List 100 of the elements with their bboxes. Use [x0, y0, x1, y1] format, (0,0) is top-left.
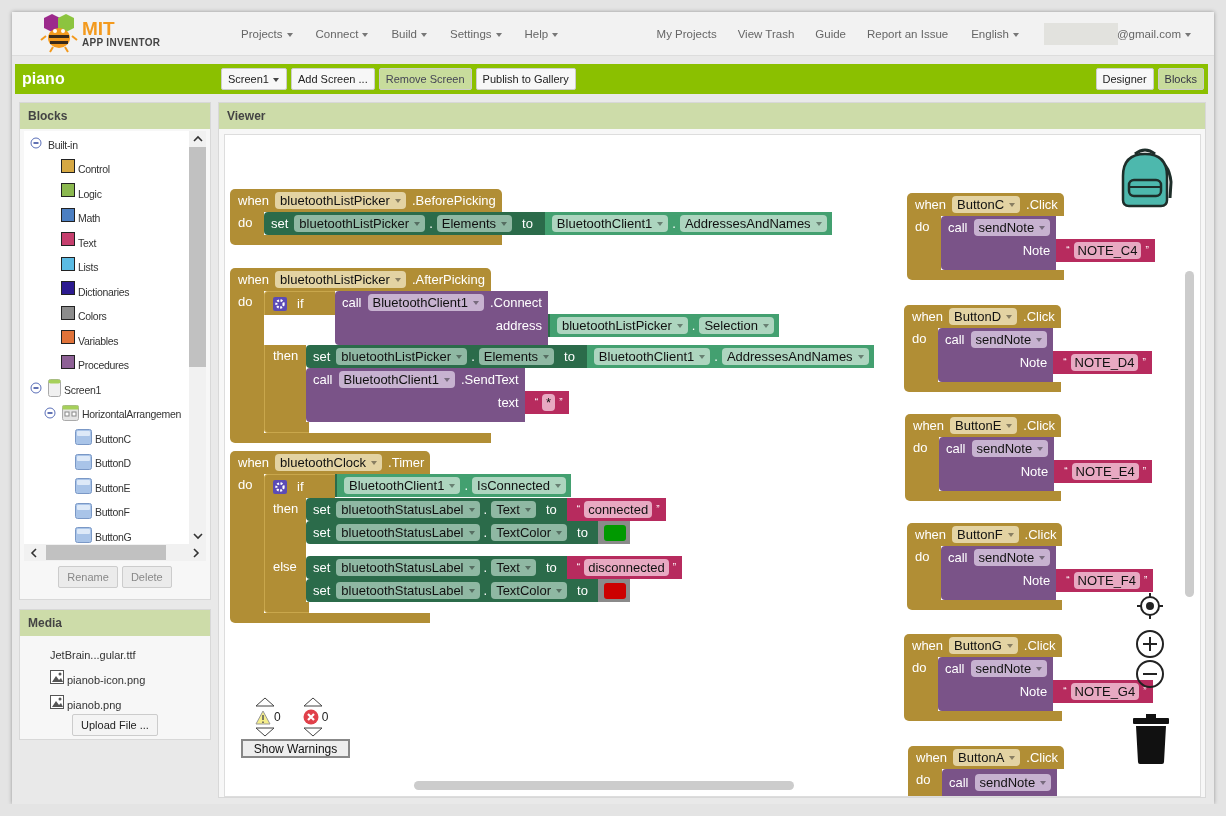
- upload-button[interactable]: Upload File ...: [72, 714, 158, 736]
- property-dropdown[interactable]: IsConnected: [472, 477, 567, 494]
- component-dropdown[interactable]: ButtonF: [952, 526, 1019, 543]
- tree-item[interactable]: Built-in: [48, 135, 78, 151]
- text-block[interactable]: “ NOTE_E4 ”: [1054, 460, 1153, 483]
- event-block[interactable]: when ButtonF .Click: [907, 523, 1063, 546]
- color-block[interactable]: [597, 579, 630, 602]
- component-dropdown[interactable]: bluetoothStatusLabel: [336, 559, 480, 576]
- getter-block[interactable]: BluetoothClient1 . AddressesAndNames: [542, 212, 832, 235]
- procedure-dropdown[interactable]: sendNote: [971, 440, 1049, 457]
- procedure-dropdown[interactable]: sendNote: [970, 331, 1048, 348]
- text-block[interactable]: “ NOTE_G4 ”: [1053, 680, 1153, 703]
- scroll-down-icon[interactable]: [192, 532, 203, 540]
- text-block[interactable]: “ NOTE_F4 ”: [1056, 569, 1154, 592]
- text-block[interactable]: “ disconnected ”: [566, 556, 683, 579]
- zoom-in-icon[interactable]: [1135, 629, 1165, 659]
- tree-item[interactable]: Control: [78, 160, 110, 176]
- text-block[interactable]: “ NOTE_C4 ”: [1056, 239, 1155, 262]
- property-dropdown[interactable]: Elements: [478, 348, 554, 365]
- event-block[interactable]: when ButtonA .Click: [908, 746, 1065, 769]
- menu-item[interactable]: Settings: [449, 27, 502, 40]
- menu-item[interactable]: Help: [524, 27, 559, 40]
- scroll-right-icon[interactable]: [192, 547, 200, 558]
- property-dropdown[interactable]: Selection: [699, 317, 774, 334]
- tree-item[interactable]: ButtonE: [95, 478, 131, 494]
- text-value[interactable]: NOTE_C4: [1073, 242, 1142, 259]
- getter-block[interactable]: BluetoothClient1 . AddressesAndNames: [584, 345, 874, 368]
- gear-icon[interactable]: [273, 479, 287, 494]
- event-block[interactable]: when bluetoothClock .Timer: [230, 451, 431, 474]
- next-warning-icon[interactable]: [255, 727, 275, 737]
- property-dropdown[interactable]: AddressesAndNames: [679, 215, 827, 232]
- collapse-icon[interactable]: [30, 382, 42, 395]
- component-dropdown[interactable]: ButtonD: [949, 308, 1018, 325]
- text-value[interactable]: disconnected: [584, 559, 669, 576]
- language-menu[interactable]: English: [971, 27, 1019, 40]
- component-dropdown[interactable]: bluetoothListPicker: [275, 271, 406, 288]
- property-dropdown[interactable]: Text: [491, 501, 536, 518]
- set-block[interactable]: set bluetoothStatusLabel . Text to “ disconnected ”: [306, 556, 683, 579]
- event-block[interactable]: when ButtonE .Click: [905, 414, 1062, 437]
- nav-link[interactable]: Guide: [815, 27, 846, 40]
- tree-item[interactable]: Math: [78, 209, 101, 225]
- set-block[interactable]: set bluetoothListPicker . Elements to BluetoothClient1 . AddressesAndNames: [306, 345, 874, 368]
- component-dropdown[interactable]: bluetoothListPicker: [294, 215, 426, 232]
- set-block[interactable]: set bluetoothStatusLabel . TextColor to: [306, 521, 630, 544]
- call-block[interactable]: call sendNote: [941, 546, 1057, 569]
- tree-item[interactable]: Colors: [78, 307, 107, 323]
- previous-warning-icon[interactable]: [255, 697, 275, 707]
- call-block[interactable]: call sendNote: [938, 657, 1054, 680]
- component-dropdown[interactable]: bluetoothStatusLabel: [336, 524, 480, 541]
- call-block[interactable]: call sendNote: [939, 437, 1055, 460]
- menu-item[interactable]: Connect: [315, 27, 369, 40]
- component-dropdown[interactable]: BluetoothClient1: [338, 371, 455, 388]
- tree-item[interactable]: Variables: [78, 331, 119, 347]
- text-block[interactable]: “ NOTE_D4 ”: [1053, 351, 1152, 374]
- getter-block[interactable]: bluetoothListPicker . Selection: [547, 314, 779, 337]
- component-dropdown[interactable]: bluetoothListPicker: [556, 317, 688, 334]
- text-value[interactable]: NOTE_E4: [1071, 463, 1139, 480]
- tree-item[interactable]: Logic: [78, 184, 102, 200]
- scroll-left-icon[interactable]: [30, 547, 38, 558]
- component-dropdown[interactable]: bluetoothStatusLabel: [336, 501, 480, 518]
- call-block[interactable]: call BluetoothClient1 .Connect: [335, 291, 548, 314]
- text-value[interactable]: NOTE_F4: [1073, 572, 1141, 589]
- property-dropdown[interactable]: Text: [491, 559, 536, 576]
- toolbar-button[interactable]: Publish to Gallery: [475, 68, 576, 90]
- procedure-dropdown[interactable]: sendNote: [974, 773, 1052, 791]
- property-dropdown[interactable]: Elements: [436, 215, 512, 232]
- zoom-out-icon[interactable]: [1135, 659, 1165, 689]
- getter-block[interactable]: BluetoothClient1 . IsConnected: [335, 474, 572, 497]
- toolbar-button[interactable]: Add Screen ...: [291, 68, 375, 90]
- text-block[interactable]: “ * ”: [524, 391, 569, 414]
- event-block[interactable]: when ButtonG .Click: [904, 634, 1062, 657]
- tree-item[interactable]: HorizontalArrangemen: [82, 405, 182, 421]
- property-dropdown[interactable]: TextColor: [491, 524, 568, 541]
- component-dropdown[interactable]: bluetoothListPicker: [275, 192, 406, 209]
- set-block[interactable]: set bluetoothStatusLabel . TextColor to: [306, 579, 630, 602]
- view-tab[interactable]: Designer: [1095, 68, 1154, 90]
- text-value[interactable]: NOTE_D4: [1070, 354, 1139, 371]
- component-dropdown[interactable]: BluetoothClient1: [344, 477, 461, 494]
- component-dropdown[interactable]: bluetoothClock: [275, 454, 383, 471]
- center-icon[interactable]: [1136, 592, 1164, 620]
- media-file[interactable]: JetBrain...gular.ttf: [50, 648, 136, 661]
- component-dropdown[interactable]: bluetoothStatusLabel: [336, 582, 480, 599]
- call-block[interactable]: call sendNote: [942, 769, 1058, 796]
- property-dropdown[interactable]: TextColor: [491, 582, 568, 599]
- component-dropdown[interactable]: bluetoothListPicker: [336, 348, 468, 365]
- component-dropdown[interactable]: ButtonG: [949, 637, 1018, 654]
- event-block[interactable]: when bluetoothListPicker .AfterPicking: [230, 268, 491, 291]
- text-value[interactable]: connected: [584, 501, 653, 518]
- previous-error-icon[interactable]: [302, 697, 323, 707]
- call-block[interactable]: call BluetoothClient1 .SendText: [306, 368, 525, 391]
- component-dropdown[interactable]: BluetoothClient1: [551, 215, 669, 232]
- procedure-dropdown[interactable]: sendNote: [973, 549, 1051, 566]
- scrollbar[interactable]: [189, 131, 206, 544]
- tree-item[interactable]: Procedures: [78, 356, 129, 372]
- scroll-up-icon[interactable]: [192, 135, 203, 143]
- tree-item[interactable]: ButtonC: [95, 429, 131, 445]
- nav-link[interactable]: View Trash: [737, 27, 795, 40]
- tree-item[interactable]: Lists: [78, 258, 99, 274]
- tree-item[interactable]: Text: [78, 233, 97, 249]
- screen-dropdown[interactable]: Screen1: [221, 68, 287, 90]
